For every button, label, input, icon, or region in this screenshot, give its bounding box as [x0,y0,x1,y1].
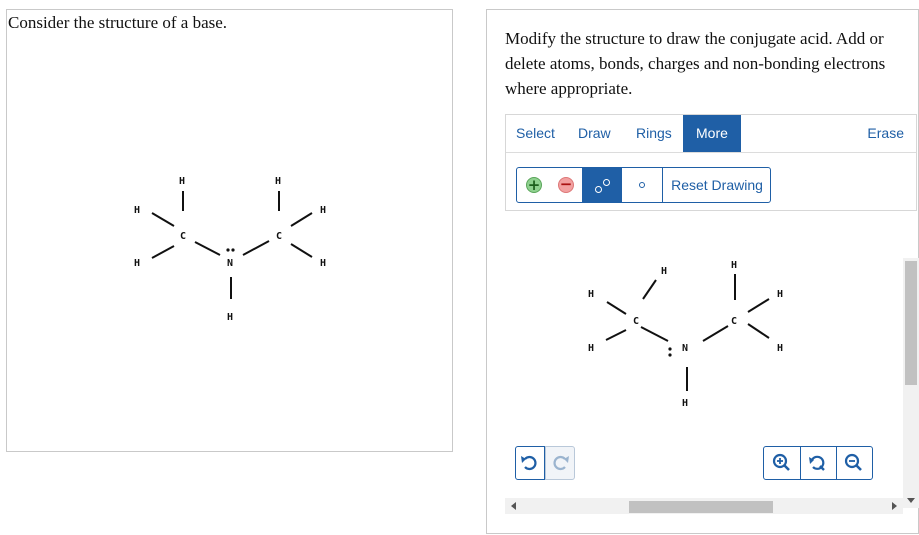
atom-h: H [777,289,783,300]
zoom-reset-button[interactable] [800,447,837,479]
redo-button[interactable] [545,446,575,480]
atom-n: N [682,343,688,354]
atom-h: H [227,312,233,323]
zoom-out-icon [844,453,862,471]
undo-button[interactable] [515,446,545,480]
zoom-out-button[interactable] [836,447,872,479]
horizontal-scrollbar[interactable] [505,498,903,514]
vertical-scrollbar[interactable] [903,258,919,508]
atom-c: C [180,231,186,242]
zoom-in-button[interactable] [764,447,801,479]
redo-icon [553,455,569,471]
atom-h: H [588,343,594,354]
atom-h: H [777,343,783,354]
atom-h: H [179,176,185,187]
atom-h: H [731,260,737,271]
atom-h: H [588,289,594,300]
zoom-controls [763,446,873,480]
scroll-right-arrow-icon[interactable] [892,502,897,510]
atom-c: C [276,231,282,242]
base-structure-diagram: H H H C N H H C H H [134,176,326,323]
zoom-reset-icon [809,455,825,471]
atom-h: H [275,176,281,187]
lone-pair [668,347,672,357]
atom-h: H [661,266,667,277]
zoom-in-icon [772,453,790,471]
atom-h: H [682,398,688,409]
lone-pair [226,248,235,252]
atom-c: C [633,316,639,327]
undo-icon [521,455,537,471]
atom-n: N [227,258,233,269]
drawing-canvas[interactable]: H H H C N H H C H H [487,10,919,440]
scroll-left-arrow-icon[interactable] [511,502,516,510]
vertical-scroll-thumb[interactable] [905,261,917,385]
atom-h: H [134,205,140,216]
atom-h: H [320,258,326,269]
answer-panel: Modify the structure to draw the conjuga… [486,9,919,534]
horizontal-scroll-thumb[interactable] [629,501,773,513]
atom-h: H [320,205,326,216]
question-panel: Consider the structure of a base. H H H … [6,9,453,452]
atom-c: C [731,316,737,327]
scroll-down-arrow-icon[interactable] [907,498,915,503]
atom-h: H [134,258,140,269]
